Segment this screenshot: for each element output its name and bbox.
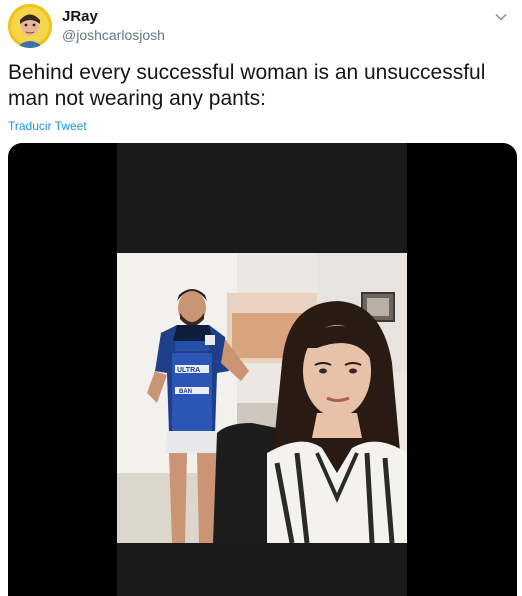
author-handle[interactable]: @joshcarlosjosh: [62, 27, 165, 43]
tweet-header: JRay @joshcarlosjosh: [8, 4, 514, 48]
svg-text:BAN: BAN: [179, 389, 192, 395]
video-frame: ULTRA BAN: [117, 253, 407, 543]
video-letterbox: ULTRA BAN: [117, 143, 407, 596]
translate-tweet-link[interactable]: Traducir Tweet: [8, 119, 87, 133]
tweet-text: Behind every successful woman is an unsu…: [8, 61, 486, 110]
svg-text:ULTRA: ULTRA: [177, 367, 200, 374]
avatar[interactable]: [8, 4, 52, 48]
video-still-image: ULTRA BAN: [117, 253, 407, 543]
avatar-image: [8, 4, 52, 48]
author-name[interactable]: JRay: [62, 8, 98, 25]
chevron-down-icon[interactable]: [492, 8, 510, 26]
tweet-video[interactable]: ULTRA BAN: [8, 143, 517, 596]
